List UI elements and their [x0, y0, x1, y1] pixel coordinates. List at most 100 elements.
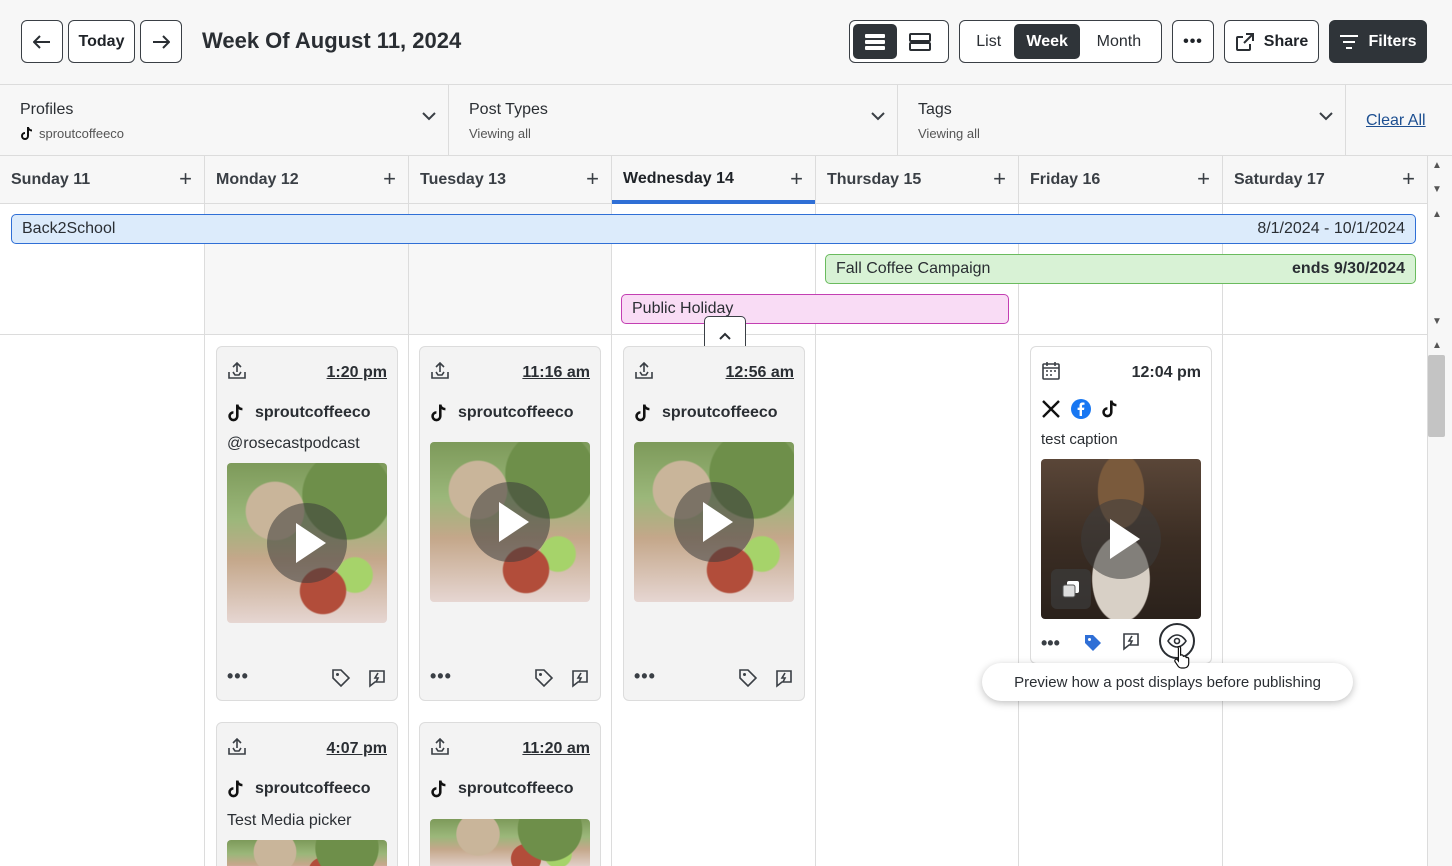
scroll-up-icon[interactable]: ▲ — [1432, 340, 1442, 351]
post-time[interactable]: 12:04 pm — [1132, 364, 1201, 382]
post-time[interactable]: 1:20 pm — [327, 364, 387, 382]
next-week-button[interactable] — [140, 20, 182, 63]
scroll-up-icon[interactable]: ▲ — [1432, 160, 1442, 171]
post-card-tuesday-1[interactable]: 11:16 am sproutcoffeeco ••• — [419, 346, 601, 701]
filter-lines-icon — [1340, 34, 1359, 49]
boost-icon[interactable] — [1121, 631, 1141, 651]
density-toggle — [849, 20, 949, 63]
view-list-tab[interactable]: List — [963, 24, 1014, 59]
day-name: Wednesday 14 — [623, 170, 734, 187]
tag-icon[interactable] — [331, 668, 351, 688]
scrollbar-thumb[interactable] — [1428, 355, 1445, 437]
add-post-button[interactable]: + — [1402, 168, 1415, 190]
more-actions-button[interactable]: ••• — [227, 666, 249, 687]
post-media-thumbnail[interactable] — [430, 819, 590, 866]
scroll-down-icon[interactable]: ▼ — [1432, 316, 1442, 327]
stacked-rows-icon — [865, 33, 885, 50]
today-button[interactable]: Today — [68, 20, 135, 63]
clear-all-link[interactable]: Clear All — [1366, 112, 1426, 130]
tags-filter-label: Tags — [918, 101, 952, 118]
post-media-thumbnail[interactable] — [430, 442, 590, 602]
post-profile: sproutcoffeeco — [227, 403, 371, 423]
tag-filled-icon[interactable] — [1083, 633, 1103, 653]
post-actions: ••• — [430, 666, 590, 690]
post-card-tuesday-2[interactable]: 11:20 am sproutcoffeeco — [419, 722, 601, 866]
day-header-sunday: Sunday 11 + — [0, 156, 205, 204]
post-caption: Test Media picker — [227, 812, 352, 829]
add-post-button[interactable]: + — [790, 168, 803, 190]
post-time[interactable]: 11:16 am — [522, 364, 590, 382]
share-button[interactable]: Share — [1224, 20, 1319, 63]
more-options-button[interactable]: ••• — [1172, 20, 1214, 63]
previous-week-button[interactable] — [21, 20, 63, 63]
more-actions-button[interactable]: ••• — [430, 666, 452, 687]
campaign-fall-coffee[interactable]: Fall Coffee Campaign ends 9/30/2024 — [825, 254, 1416, 284]
post-media-thumbnail[interactable] — [227, 463, 387, 623]
arrow-left-icon — [33, 34, 50, 49]
published-inbox-icon — [635, 361, 653, 379]
post-time[interactable]: 4:07 pm — [327, 740, 387, 758]
boost-icon[interactable] — [367, 668, 387, 688]
tiktok-icon — [1102, 400, 1117, 418]
post-types-filter[interactable]: Post Types Viewing all — [449, 85, 898, 155]
scroll-up-icon[interactable]: ▲ — [1432, 209, 1442, 220]
add-post-button[interactable]: + — [383, 168, 396, 190]
filters-button[interactable]: Filters — [1329, 20, 1427, 63]
day-name: Saturday 17 — [1234, 171, 1325, 188]
page-title: Week Of August 11, 2024 — [202, 28, 462, 53]
day-header-thursday: Thursday 15 + — [816, 156, 1019, 204]
facebook-icon — [1071, 399, 1091, 419]
post-profile: sproutcoffeeco — [430, 403, 574, 423]
two-rows-icon — [909, 32, 931, 51]
scroll-down-icon[interactable]: ▼ — [1432, 184, 1442, 195]
external-share-icon — [1235, 32, 1254, 51]
arrow-right-icon — [153, 34, 170, 49]
post-media-thumbnail[interactable] — [227, 840, 387, 866]
boost-icon[interactable] — [570, 668, 590, 688]
day-column — [1223, 335, 1427, 866]
day-name: Friday 16 — [1030, 171, 1101, 188]
compact-view-button[interactable] — [897, 24, 943, 59]
add-post-button[interactable]: + — [1197, 168, 1210, 190]
vertical-scrollbar[interactable] — [1427, 156, 1452, 866]
post-profile: sproutcoffeeco — [430, 779, 574, 799]
post-card-wednesday-1[interactable]: 12:56 am sproutcoffeeco ••• — [623, 346, 805, 701]
more-actions-button[interactable]: ••• — [1041, 633, 1060, 654]
post-card-monday-2[interactable]: 4:07 pm sproutcoffeeco Test Media picker — [216, 722, 398, 866]
add-post-button[interactable]: + — [993, 168, 1006, 190]
campaign-name: Fall Coffee Campaign — [836, 260, 991, 277]
post-time[interactable]: 11:20 am — [522, 740, 590, 758]
play-icon — [470, 482, 550, 562]
expanded-view-button[interactable] — [853, 24, 897, 59]
post-time[interactable]: 12:56 am — [726, 364, 795, 382]
post-card-friday-1[interactable]: 12:04 pm test caption ••• — [1030, 346, 1212, 664]
tag-icon[interactable] — [738, 668, 758, 688]
share-label: Share — [1263, 32, 1309, 50]
campaign-dates: 8/1/2024 - 10/1/2024 — [1257, 220, 1405, 237]
filters-label: Filters — [1368, 32, 1417, 50]
tiktok-icon — [635, 404, 650, 422]
day-name: Tuesday 13 — [420, 171, 506, 188]
day-name: Monday 12 — [216, 171, 299, 188]
post-media-thumbnail[interactable] — [1041, 459, 1201, 619]
boost-icon[interactable] — [774, 668, 794, 688]
campaign-back2school[interactable]: Back2School 8/1/2024 - 10/1/2024 — [11, 214, 1416, 244]
filter-bar: Profiles sproutcoffeeco Post Types Viewi… — [0, 85, 1452, 156]
tags-filter[interactable]: Tags Viewing all — [898, 85, 1346, 155]
post-media-thumbnail[interactable] — [634, 442, 794, 602]
day-header-tuesday: Tuesday 13 + — [409, 156, 612, 204]
add-post-button[interactable]: + — [179, 168, 192, 190]
add-post-button[interactable]: + — [586, 168, 599, 190]
view-week-tab[interactable]: Week — [1014, 24, 1080, 59]
play-icon — [1081, 499, 1161, 579]
tag-icon[interactable] — [534, 668, 554, 688]
view-month-tab[interactable]: Month — [1080, 24, 1158, 59]
more-actions-button[interactable]: ••• — [634, 666, 656, 687]
top-toolbar: Today Week Of August 11, 2024 List Week … — [0, 0, 1452, 85]
day-name: Sunday 11 — [11, 171, 91, 188]
post-profile: sproutcoffeeco — [227, 779, 371, 799]
profiles-filter[interactable]: Profiles sproutcoffeeco — [0, 85, 449, 155]
post-profile: sproutcoffeeco — [634, 403, 778, 423]
campaign-public-holiday[interactable]: Public Holiday — [621, 294, 1009, 324]
post-card-monday-1[interactable]: 1:20 pm sproutcoffeeco @rosecastpodcast … — [216, 346, 398, 701]
